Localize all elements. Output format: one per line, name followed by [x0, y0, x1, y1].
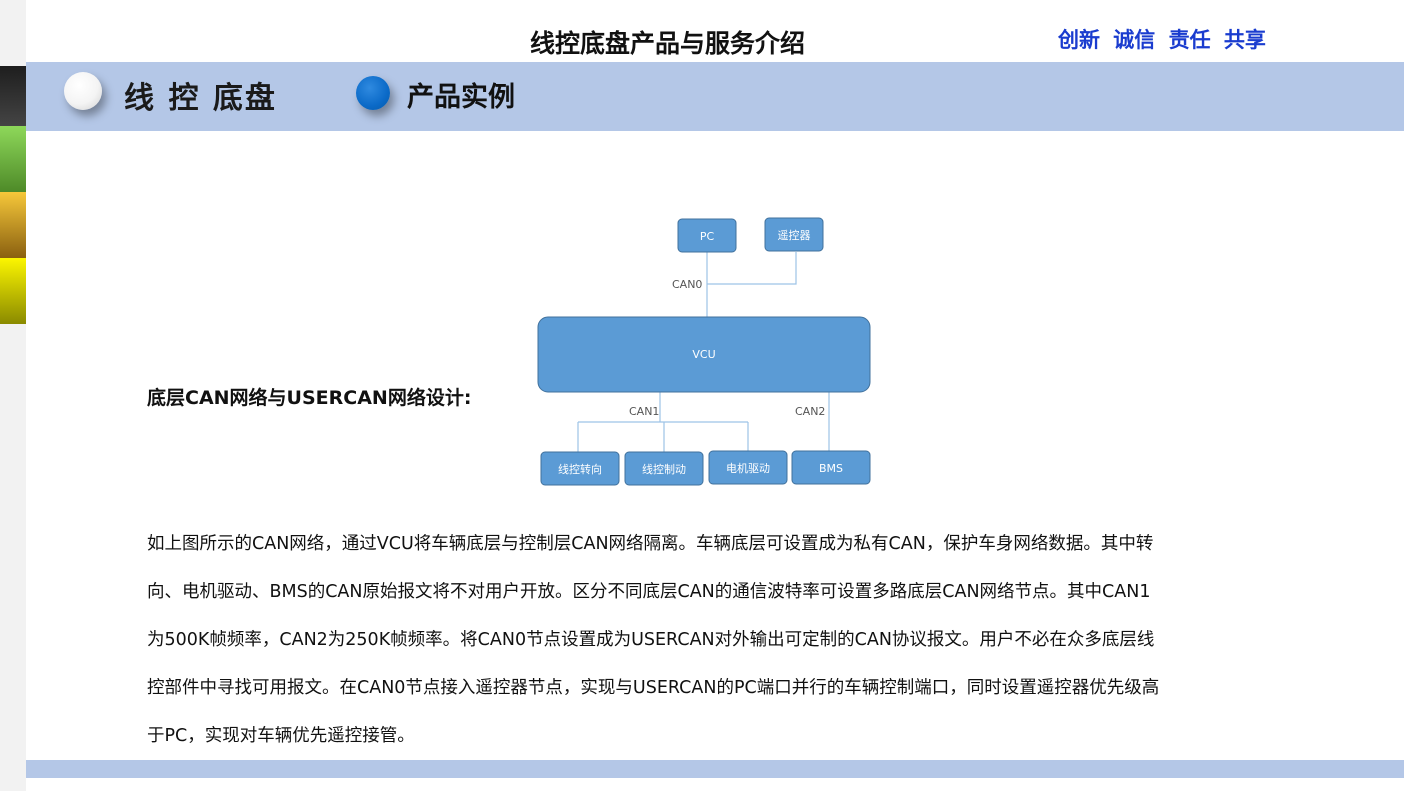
node-pc: PC	[677, 218, 737, 253]
description-line: 为500K帧频率，CAN2为250K帧频率。将CAN0节点设置成为USERCAN…	[147, 630, 1155, 650]
node-brake: 线控制动	[624, 451, 704, 486]
node-pc-label: PC	[700, 230, 715, 243]
node-remote: 遥控器	[764, 217, 824, 252]
side-strip-green	[0, 126, 26, 192]
side-strip-yellow	[0, 258, 26, 324]
node-bms-label: BMS	[819, 462, 843, 475]
footer-bar	[26, 760, 1404, 778]
node-bms: BMS	[791, 450, 871, 485]
node-steer: 线控转向	[540, 451, 620, 486]
description-line: 向、电机驱动、BMS的CAN原始报文将不对用户开放。区分不同底层CAN的通信波特…	[147, 582, 1151, 602]
node-steer-label: 线控转向	[558, 462, 602, 476]
node-vcu: VCU	[537, 316, 871, 393]
node-vcu-label: VCU	[692, 348, 715, 361]
description-line: 控部件中寻找可用报文。在CAN0节点接入遥控器节点，实现与USERCAN的PC端…	[147, 678, 1160, 698]
node-remote-label: 遥控器	[778, 228, 811, 242]
description-line: 于PC，实现对车辆优先遥控接管。	[147, 726, 415, 746]
node-motor: 电机驱动	[708, 450, 788, 485]
slide-page: 线控底盘产品与服务介绍 创新 诚信 责任 共享 线 控 底盘 产品实例 底层CA…	[26, 0, 1404, 791]
bus-label-can2: CAN2	[795, 405, 825, 418]
bus-label-can1: CAN1	[629, 405, 659, 418]
description-line: 如上图所示的CAN网络，通过VCU将车辆底层与控制层CAN网络隔离。车辆底层可设…	[147, 534, 1154, 554]
side-strip-black	[0, 66, 26, 126]
side-strip-orange	[0, 192, 26, 258]
bus-label-can0: CAN0	[672, 278, 702, 291]
node-motor-label: 电机驱动	[726, 461, 770, 475]
description-paragraph: 如上图所示的CAN网络，通过VCU将车辆底层与控制层CAN网络隔离。车辆底层可设…	[147, 520, 1237, 760]
connector-remote	[707, 252, 797, 285]
node-brake-label: 线控制动	[642, 462, 686, 476]
